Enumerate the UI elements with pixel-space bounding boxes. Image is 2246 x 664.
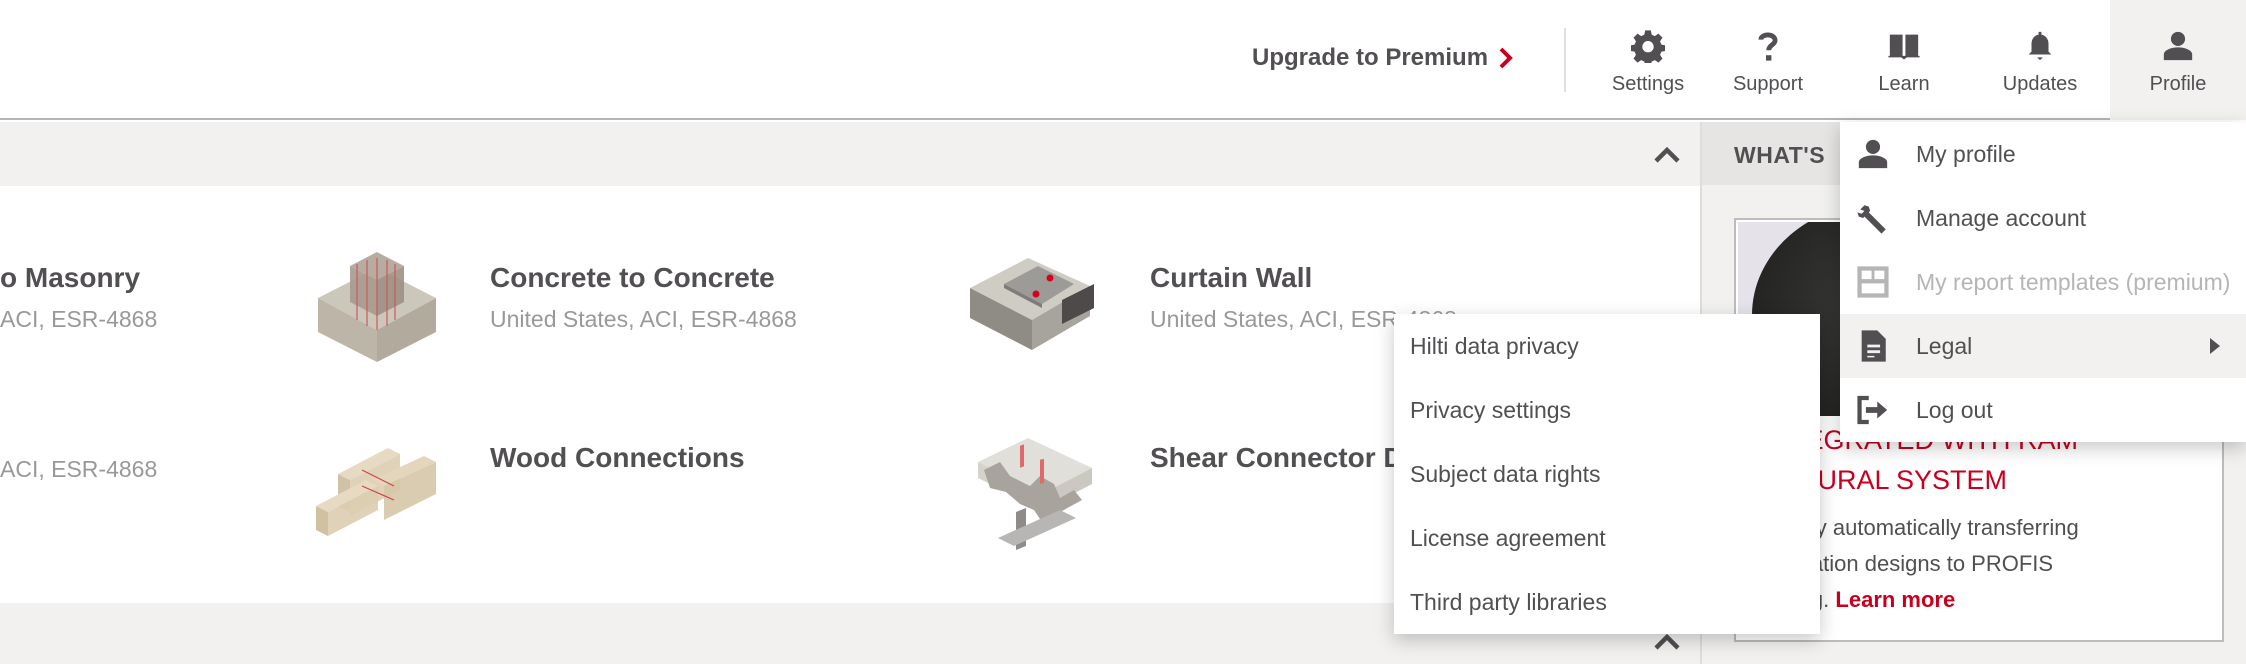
upgrade-label: Upgrade to Premium xyxy=(1252,44,1489,71)
bell-icon xyxy=(2028,31,2052,60)
legal-submenu: Hilti data privacy Privacy settings Subj… xyxy=(1394,314,1820,634)
menu-item-manage-account[interactable]: Manage account xyxy=(1840,186,2246,250)
app-title: Shear Connector D xyxy=(1150,442,1404,473)
menu-item-label: Log out xyxy=(1916,396,1993,423)
app-subtitle: ACI, ESR-4868 xyxy=(0,456,158,482)
curtain-wall-thumbnail xyxy=(970,258,1094,350)
menu-item-report-templates: My report templates (premium) xyxy=(1840,250,2246,314)
shear-connector-thumbnail xyxy=(978,438,1092,550)
app-item-wood-connections[interactable]: Wood Connections xyxy=(490,442,745,474)
app-subtitle: ACI, ESR-4868 xyxy=(0,306,158,332)
upgrade-premium-link[interactable]: Upgrade to Premium xyxy=(1252,44,1514,72)
wrench-icon xyxy=(1857,205,1886,234)
app-item-masonry[interactable]: o Masonry ACI, ESR-4868 xyxy=(0,262,157,333)
nav-settings-button[interactable]: Settings xyxy=(1580,0,1716,120)
news-headline-line: UCTURAL SYSTEM xyxy=(1762,465,2008,495)
app-item-row2-col1[interactable]: ACI, ESR-4868 xyxy=(0,444,157,483)
app-title: o Masonry xyxy=(0,262,141,293)
chevron-icon[interactable] xyxy=(1652,631,1682,653)
chevron-right-icon xyxy=(1499,47,1513,69)
submenu-item-third-party-libraries[interactable]: Third party libraries xyxy=(1394,570,1820,634)
wood-connections-thumbnail xyxy=(316,448,436,536)
submenu-item-subject-data-rights[interactable]: Subject data rights xyxy=(1394,442,1820,506)
menu-item-my-profile[interactable]: My profile xyxy=(1840,122,2246,186)
menu-item-label: My profile xyxy=(1916,140,2016,167)
profile-dropdown-menu: My profile Manage account My report temp… xyxy=(1840,122,2246,442)
whats-new-title: WHAT'S xyxy=(1734,142,1826,168)
submenu-item-hilti-data-privacy[interactable]: Hilti data privacy xyxy=(1394,314,1820,378)
logout-icon xyxy=(1857,395,1888,425)
submenu-item-privacy-settings[interactable]: Privacy settings xyxy=(1394,378,1820,442)
document-icon xyxy=(1861,330,1886,362)
menu-item-log-out[interactable]: Log out xyxy=(1840,378,2246,442)
nav-support-button[interactable]: Support xyxy=(1700,0,1836,120)
news-body-line: eering. Learn more xyxy=(1762,582,2212,618)
header-divider xyxy=(1564,28,1566,92)
app-title: Curtain Wall xyxy=(1150,262,1313,293)
app-item-shear-connector[interactable]: Shear Connector D xyxy=(1150,442,1404,474)
chevron-up-icon[interactable] xyxy=(1652,144,1682,166)
menu-item-label: Manage account xyxy=(1916,204,2087,231)
app-title: Wood Connections xyxy=(490,442,745,473)
news-body-line: ime by automatically transferring xyxy=(1762,515,2079,540)
person-icon xyxy=(2163,31,2193,60)
nav-updates-label: Updates xyxy=(2002,72,2078,95)
book-icon xyxy=(1888,34,1920,59)
menu-item-legal[interactable]: Legal xyxy=(1840,314,2246,378)
nav-learn-button[interactable]: Learn xyxy=(1836,0,1972,120)
caret-right-icon xyxy=(2210,338,2220,354)
apps-section-header xyxy=(0,122,1700,186)
news-body-line: oundation designs to PROFIS xyxy=(1762,551,2054,576)
app-root: Upgrade to Premium Settings Support Lear… xyxy=(0,0,2246,664)
nav-profile-label: Profile xyxy=(2149,72,2207,95)
nav-support-label: Support xyxy=(1732,72,1804,95)
menu-item-label: My report templates (premium) xyxy=(1916,268,2231,295)
nav-updates-button[interactable]: Updates xyxy=(1972,0,2108,120)
news-body: ime by automatically transferring oundat… xyxy=(1762,510,2212,618)
nav-settings-label: Settings xyxy=(1611,72,1685,95)
menu-item-label: Legal xyxy=(1916,332,1973,359)
top-header: Upgrade to Premium Settings Support Lear… xyxy=(0,0,2246,120)
submenu-item-license-agreement[interactable]: License agreement xyxy=(1394,506,1820,570)
nav-profile-button[interactable]: Profile xyxy=(2110,0,2246,120)
app-subtitle: United States, ACI, ESR-4868 xyxy=(490,306,797,332)
person-icon xyxy=(1858,139,1888,169)
gear-icon xyxy=(1631,29,1665,63)
nav-learn-label: Learn xyxy=(1878,72,1930,95)
app-title: Concrete to Concrete xyxy=(490,262,775,293)
learn-more-link[interactable]: Learn more xyxy=(1835,587,1955,612)
app-item-concrete-to-concrete[interactable]: Concrete to Concrete United States, ACI,… xyxy=(490,262,797,333)
question-icon xyxy=(1758,32,1778,61)
template-icon xyxy=(1857,266,1889,298)
concrete-to-concrete-thumbnail xyxy=(318,252,436,362)
